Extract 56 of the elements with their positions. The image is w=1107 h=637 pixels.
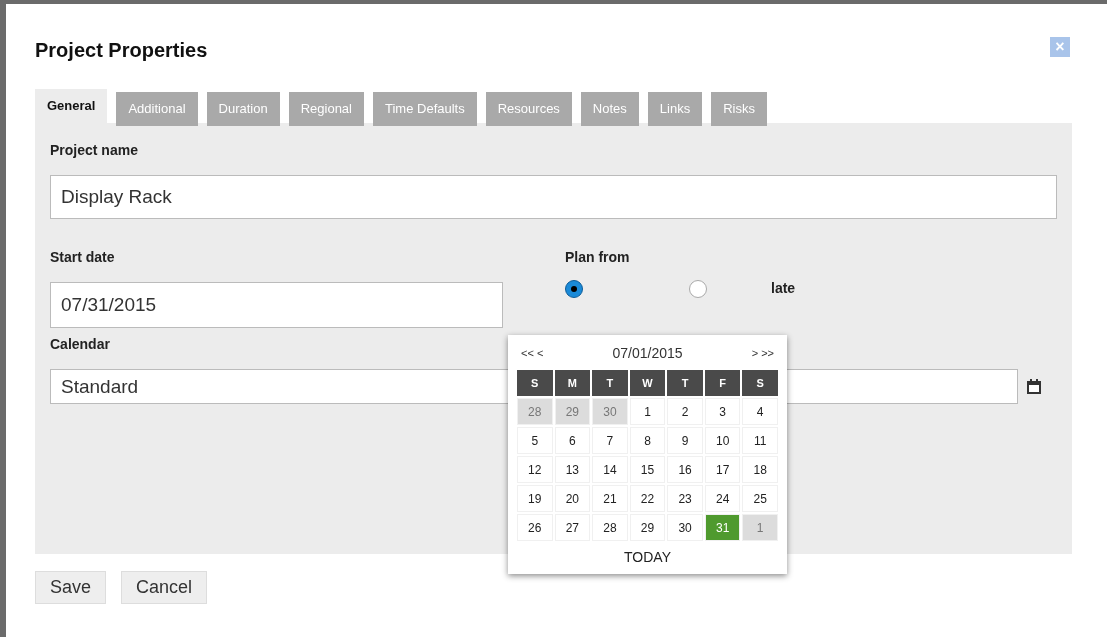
day-cell[interactable]: 3	[704, 398, 741, 425]
day-cell[interactable]: 1	[629, 398, 666, 425]
weekday-header: S	[517, 370, 553, 396]
day-cell[interactable]: 25	[742, 485, 778, 512]
day-cell[interactable]: 23	[667, 485, 703, 512]
dialog-title: Project Properties	[35, 38, 208, 63]
day-cell[interactable]: 20	[554, 485, 591, 512]
month-title: 07/01/2015	[612, 344, 683, 363]
weekday-header: T	[667, 370, 703, 396]
weekday-header: M	[554, 370, 591, 396]
day-cell[interactable]: 26	[517, 514, 553, 541]
weekday-header: W	[629, 370, 666, 396]
day-cell[interactable]: 17	[704, 456, 741, 483]
day-cell[interactable]: 10	[704, 427, 741, 454]
day-cell[interactable]: 4	[742, 398, 778, 425]
day-cell[interactable]: 27	[554, 514, 591, 541]
day-cell[interactable]: 18	[742, 456, 778, 483]
day-cell[interactable]: 14	[592, 456, 628, 483]
field-label: Calendar	[50, 335, 110, 354]
field-label: Plan from	[565, 248, 631, 267]
field-label: Start date	[50, 248, 116, 267]
day-cell[interactable]: 29	[629, 514, 666, 541]
day-cell[interactable]: 24	[704, 485, 741, 512]
day-cell[interactable]: 12	[517, 456, 553, 483]
day-cell[interactable]: 13	[554, 456, 591, 483]
radio-label: late	[771, 279, 796, 298]
dialog-button[interactable]: Save	[35, 571, 107, 604]
day-cell[interactable]: 11	[742, 427, 778, 454]
project-name-field[interactable]: Display Rack	[50, 175, 1057, 219]
dialog-button[interactable]: Cancel	[121, 571, 208, 604]
weekday-header: F	[704, 370, 741, 396]
day-cell[interactable]: 9	[667, 427, 703, 454]
today-button[interactable]: TODAY	[624, 547, 671, 568]
previous-month-button[interactable]: << <	[521, 345, 544, 362]
day-cell[interactable]: 5	[517, 427, 553, 454]
day-cell[interactable]: 15	[629, 456, 666, 483]
day-cell[interactable]: 30	[667, 514, 703, 541]
day-cell[interactable]: 21	[592, 485, 628, 512]
weekday-header: S	[742, 370, 778, 396]
day-cell[interactable]: 31	[704, 514, 741, 541]
radio-button[interactable]	[565, 279, 583, 298]
start-date-field[interactable]: 07/31/2015	[50, 282, 503, 328]
day-cell[interactable]: 6	[554, 427, 591, 454]
radio-button[interactable]	[689, 279, 707, 298]
weekday-header: T	[592, 370, 628, 396]
day-cell[interactable]: 19	[517, 485, 553, 512]
day-cell[interactable]: 7	[592, 427, 628, 454]
day-cell[interactable]: 16	[667, 456, 703, 483]
day-cell[interactable]: 22	[629, 485, 666, 512]
day-cell[interactable]: 28	[592, 514, 628, 541]
calendar-icon[interactable]	[1026, 378, 1042, 395]
day-cell[interactable]: 2	[667, 398, 703, 425]
next-month-button[interactable]: > >>	[751, 345, 774, 362]
day-cell[interactable]: 8	[629, 427, 666, 454]
tab[interactable]: General	[35, 89, 108, 123]
field-label: Project name	[50, 141, 139, 160]
